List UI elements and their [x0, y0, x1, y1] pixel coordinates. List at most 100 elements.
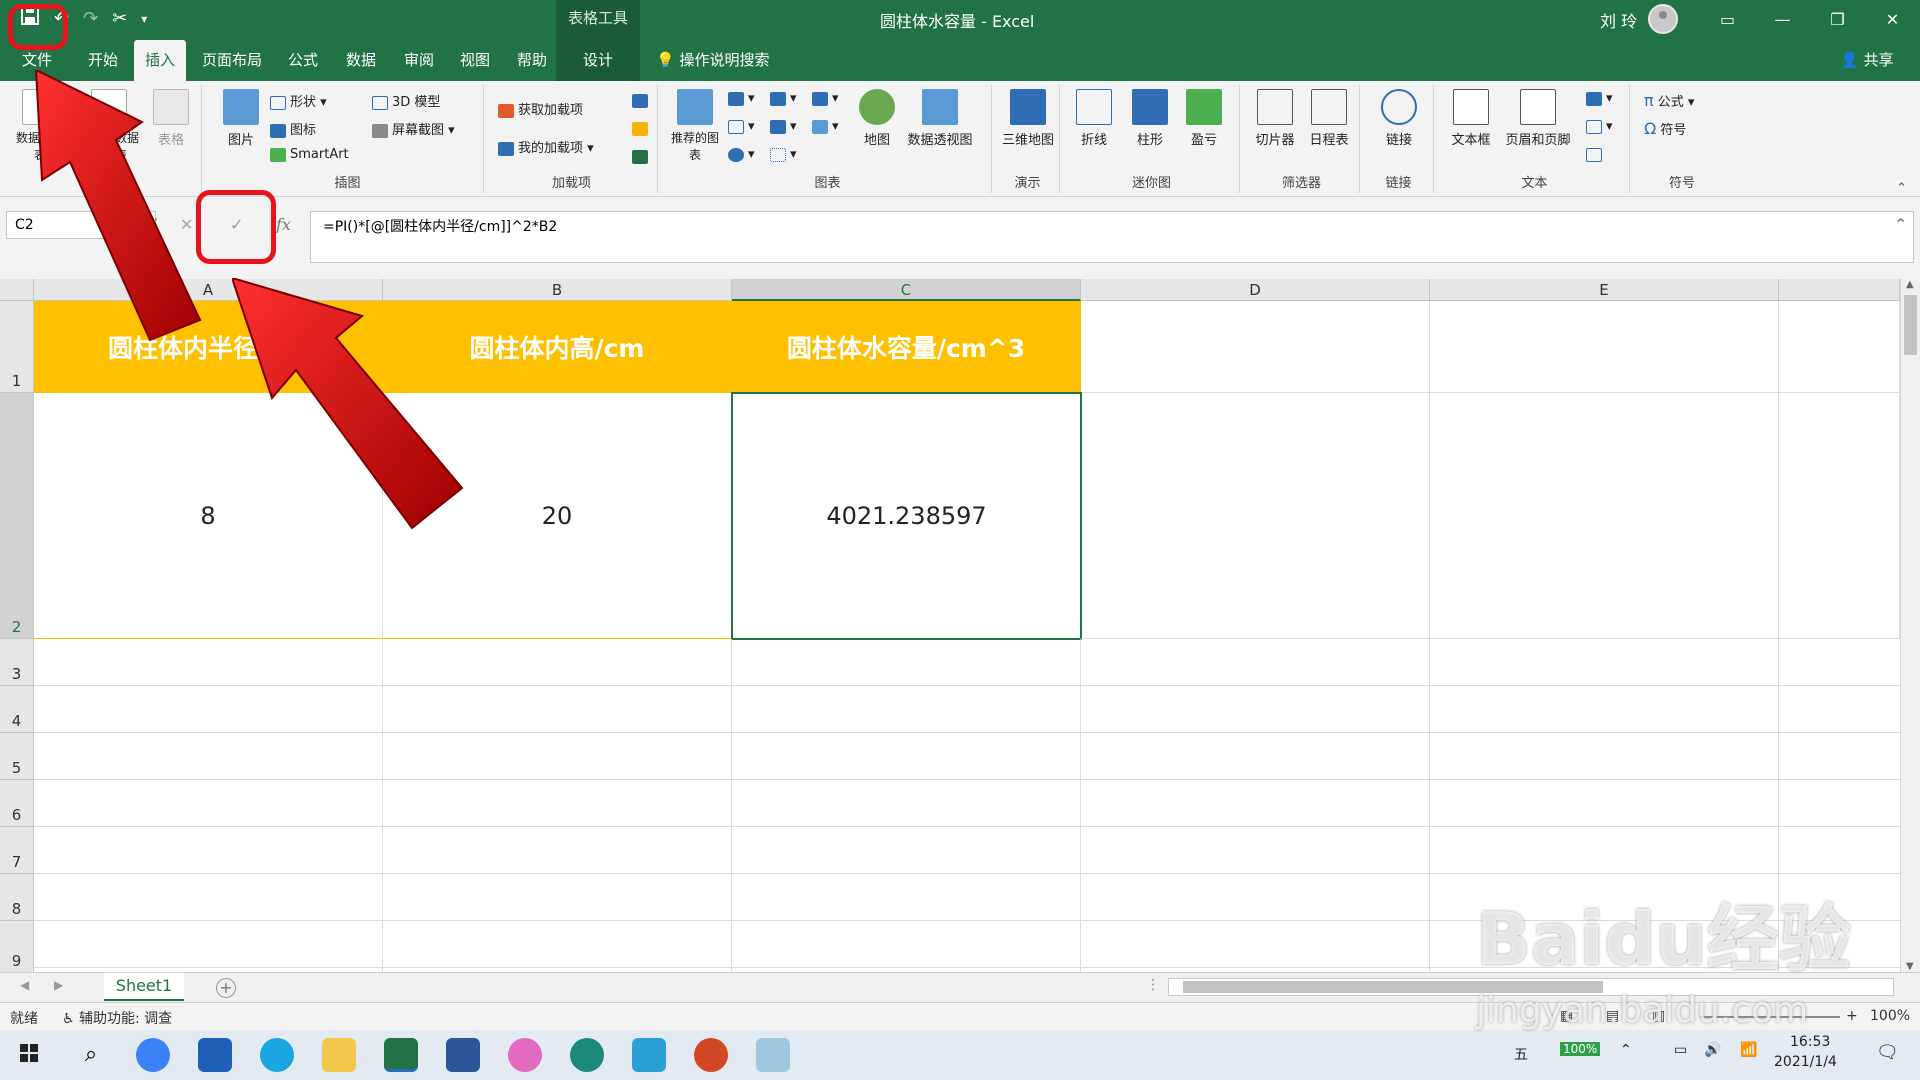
add-sheet-button[interactable]: +: [216, 978, 236, 998]
ribbon-display-icon[interactable]: ▭: [1700, 0, 1755, 40]
edge-icon[interactable]: [570, 1038, 604, 1072]
shapes-button[interactable]: 形状 ▾: [270, 91, 327, 110]
wordart-icon[interactable]: ▾: [1586, 91, 1613, 106]
clock-date[interactable]: 2021/1/4: [1774, 1054, 1837, 1070]
view-page-layout-icon[interactable]: ▤: [1606, 1008, 1619, 1024]
cell-c1[interactable]: 圆柱体水容量/cm^3: [732, 301, 1081, 393]
pie-chart-icon[interactable]: ▾: [728, 147, 755, 162]
column-header-a[interactable]: A: [34, 279, 383, 301]
tab-home[interactable]: 开始: [78, 40, 128, 81]
word-taskbar-icon[interactable]: [446, 1038, 480, 1072]
screenshot-button[interactable]: 屏幕截图 ▾: [372, 119, 455, 138]
scroll-down-icon[interactable]: ▼: [1906, 961, 1914, 972]
row-header-1[interactable]: 1: [0, 301, 34, 393]
my-addins-button[interactable]: 我的加载项 ▾: [498, 137, 594, 156]
row-header-5[interactable]: 5: [0, 733, 34, 780]
cell-a1[interactable]: 圆柱体内半径/cm: [34, 301, 383, 393]
3d-models-button[interactable]: 3D 模型: [372, 91, 440, 110]
row-header-9[interactable]: 9: [0, 921, 34, 972]
cell-e2[interactable]: [1430, 393, 1779, 639]
timeline-button[interactable]: 日程表: [1304, 89, 1354, 148]
recommended-pivot-button[interactable]: 推荐的数据透视表: [76, 89, 142, 163]
column-header-f[interactable]: [1779, 279, 1900, 301]
sparkline-column-button[interactable]: 柱形: [1128, 89, 1172, 148]
wifi-icon[interactable]: 📶: [1740, 1042, 1757, 1058]
browser-e-icon[interactable]: [260, 1038, 294, 1072]
volume-icon[interactable]: 🔊: [1704, 1042, 1721, 1058]
row-header-2[interactable]: 2: [0, 393, 34, 639]
view-page-break-icon[interactable]: ▥: [1652, 1008, 1665, 1024]
tab-help[interactable]: 帮助: [508, 40, 556, 81]
recommended-charts-button[interactable]: 推荐的图表: [668, 89, 722, 163]
select-all-corner[interactable]: [0, 279, 34, 301]
battery-indicator[interactable]: 100%: [1560, 1042, 1601, 1056]
cut-icon[interactable]: ✂: [112, 8, 127, 29]
lenovo-app-icon[interactable]: [136, 1038, 170, 1072]
waterfall-chart-icon[interactable]: ▾: [812, 91, 839, 106]
file-explorer-icon[interactable]: [322, 1038, 356, 1072]
scroll-up-icon[interactable]: ▲: [1906, 279, 1914, 290]
accessibility-status[interactable]: ♿ 辅助功能: 调查: [62, 1008, 172, 1028]
cell-d1[interactable]: [1081, 301, 1430, 393]
clock-time[interactable]: 16:53: [1790, 1034, 1830, 1050]
redo-icon[interactable]: ↷: [83, 8, 98, 29]
vertical-scrollbar[interactable]: ▲ ▼: [1900, 279, 1920, 972]
sheet-nav-prev-icon[interactable]: ◀: [20, 978, 29, 992]
tab-split-handle[interactable]: ⋮: [1146, 977, 1160, 993]
bing-maps-icon[interactable]: [632, 121, 652, 136]
tab-design[interactable]: 设计: [556, 40, 640, 81]
line-chart-icon[interactable]: ▾: [728, 119, 755, 134]
zoom-in-icon[interactable]: +: [1846, 1008, 1858, 1024]
tab-page-layout[interactable]: 页面布局: [196, 40, 268, 81]
get-addins-button[interactable]: 获取加载项: [498, 99, 583, 118]
cell-d2[interactable]: [1081, 393, 1430, 639]
combo-chart-icon[interactable]: ▾: [812, 119, 839, 134]
sparkline-winloss-button[interactable]: 盈亏: [1182, 89, 1226, 148]
header-footer-button[interactable]: 页眉和页脚: [1498, 89, 1578, 148]
name-box[interactable]: C2: [6, 211, 156, 239]
pivot-chart-button[interactable]: 数据透视图: [900, 89, 980, 148]
icons-button[interactable]: 图标: [270, 119, 316, 138]
name-box-dropdown-icon[interactable]: ⋮: [148, 211, 164, 239]
cell-b1[interactable]: 圆柱体内高/cm: [383, 301, 732, 393]
notes-app-icon[interactable]: [756, 1038, 790, 1072]
zoom-slider[interactable]: [1700, 1016, 1840, 1018]
row-header-7[interactable]: 7: [0, 827, 34, 874]
insert-function-icon[interactable]: fx: [276, 211, 291, 239]
table-button[interactable]: 表格: [146, 89, 196, 148]
cancel-icon[interactable]: ✕: [180, 211, 193, 239]
column-header-e[interactable]: E: [1430, 279, 1779, 301]
cell-b2[interactable]: 20: [383, 393, 732, 639]
snip-tool-icon[interactable]: [632, 1038, 666, 1072]
tab-review[interactable]: 审阅: [396, 40, 442, 81]
empty-cells-area[interactable]: [34, 639, 1900, 972]
slicer-button[interactable]: 切片器: [1250, 89, 1300, 148]
visio-icon[interactable]: [632, 93, 652, 108]
equation-button[interactable]: π 公式 ▾: [1644, 91, 1694, 110]
textbox-button[interactable]: 文本框: [1446, 89, 1496, 148]
cell-c2[interactable]: 4021.238597: [731, 392, 1082, 640]
notification-icon[interactable]: 🗨: [1876, 1042, 1899, 1063]
statistic-chart-icon[interactable]: ▾: [770, 119, 797, 134]
row-header-6[interactable]: 6: [0, 780, 34, 827]
cell-f2[interactable]: [1779, 393, 1900, 639]
cell-a2[interactable]: 8: [34, 393, 383, 639]
column-header-c[interactable]: C: [732, 279, 1081, 301]
user-name[interactable]: 刘 玲: [1600, 8, 1637, 32]
smartart-button[interactable]: SmartArt: [270, 147, 349, 162]
symbol-button[interactable]: Ω 符号: [1644, 119, 1686, 138]
sheet-nav-next-icon[interactable]: ▶: [54, 978, 63, 992]
expand-formula-icon[interactable]: ⌃: [1894, 211, 1907, 239]
tab-file[interactable]: 文件: [14, 40, 60, 81]
people-graph-icon[interactable]: [632, 149, 652, 164]
enter-check-icon[interactable]: ✓: [230, 211, 243, 239]
vertical-scroll-thumb[interactable]: [1904, 295, 1917, 355]
signature-icon[interactable]: ▾: [1586, 119, 1613, 134]
horizontal-scroll-thumb[interactable]: [1183, 981, 1603, 993]
pictures-button[interactable]: 图片: [216, 89, 266, 148]
paint-3d-icon[interactable]: [508, 1038, 542, 1072]
tray-chevron-icon[interactable]: ⌃: [1620, 1042, 1632, 1058]
horizontal-scrollbar[interactable]: [1168, 978, 1894, 996]
row-header-3[interactable]: 3: [0, 639, 34, 686]
3d-map-button[interactable]: 三维地图: [1000, 89, 1056, 148]
